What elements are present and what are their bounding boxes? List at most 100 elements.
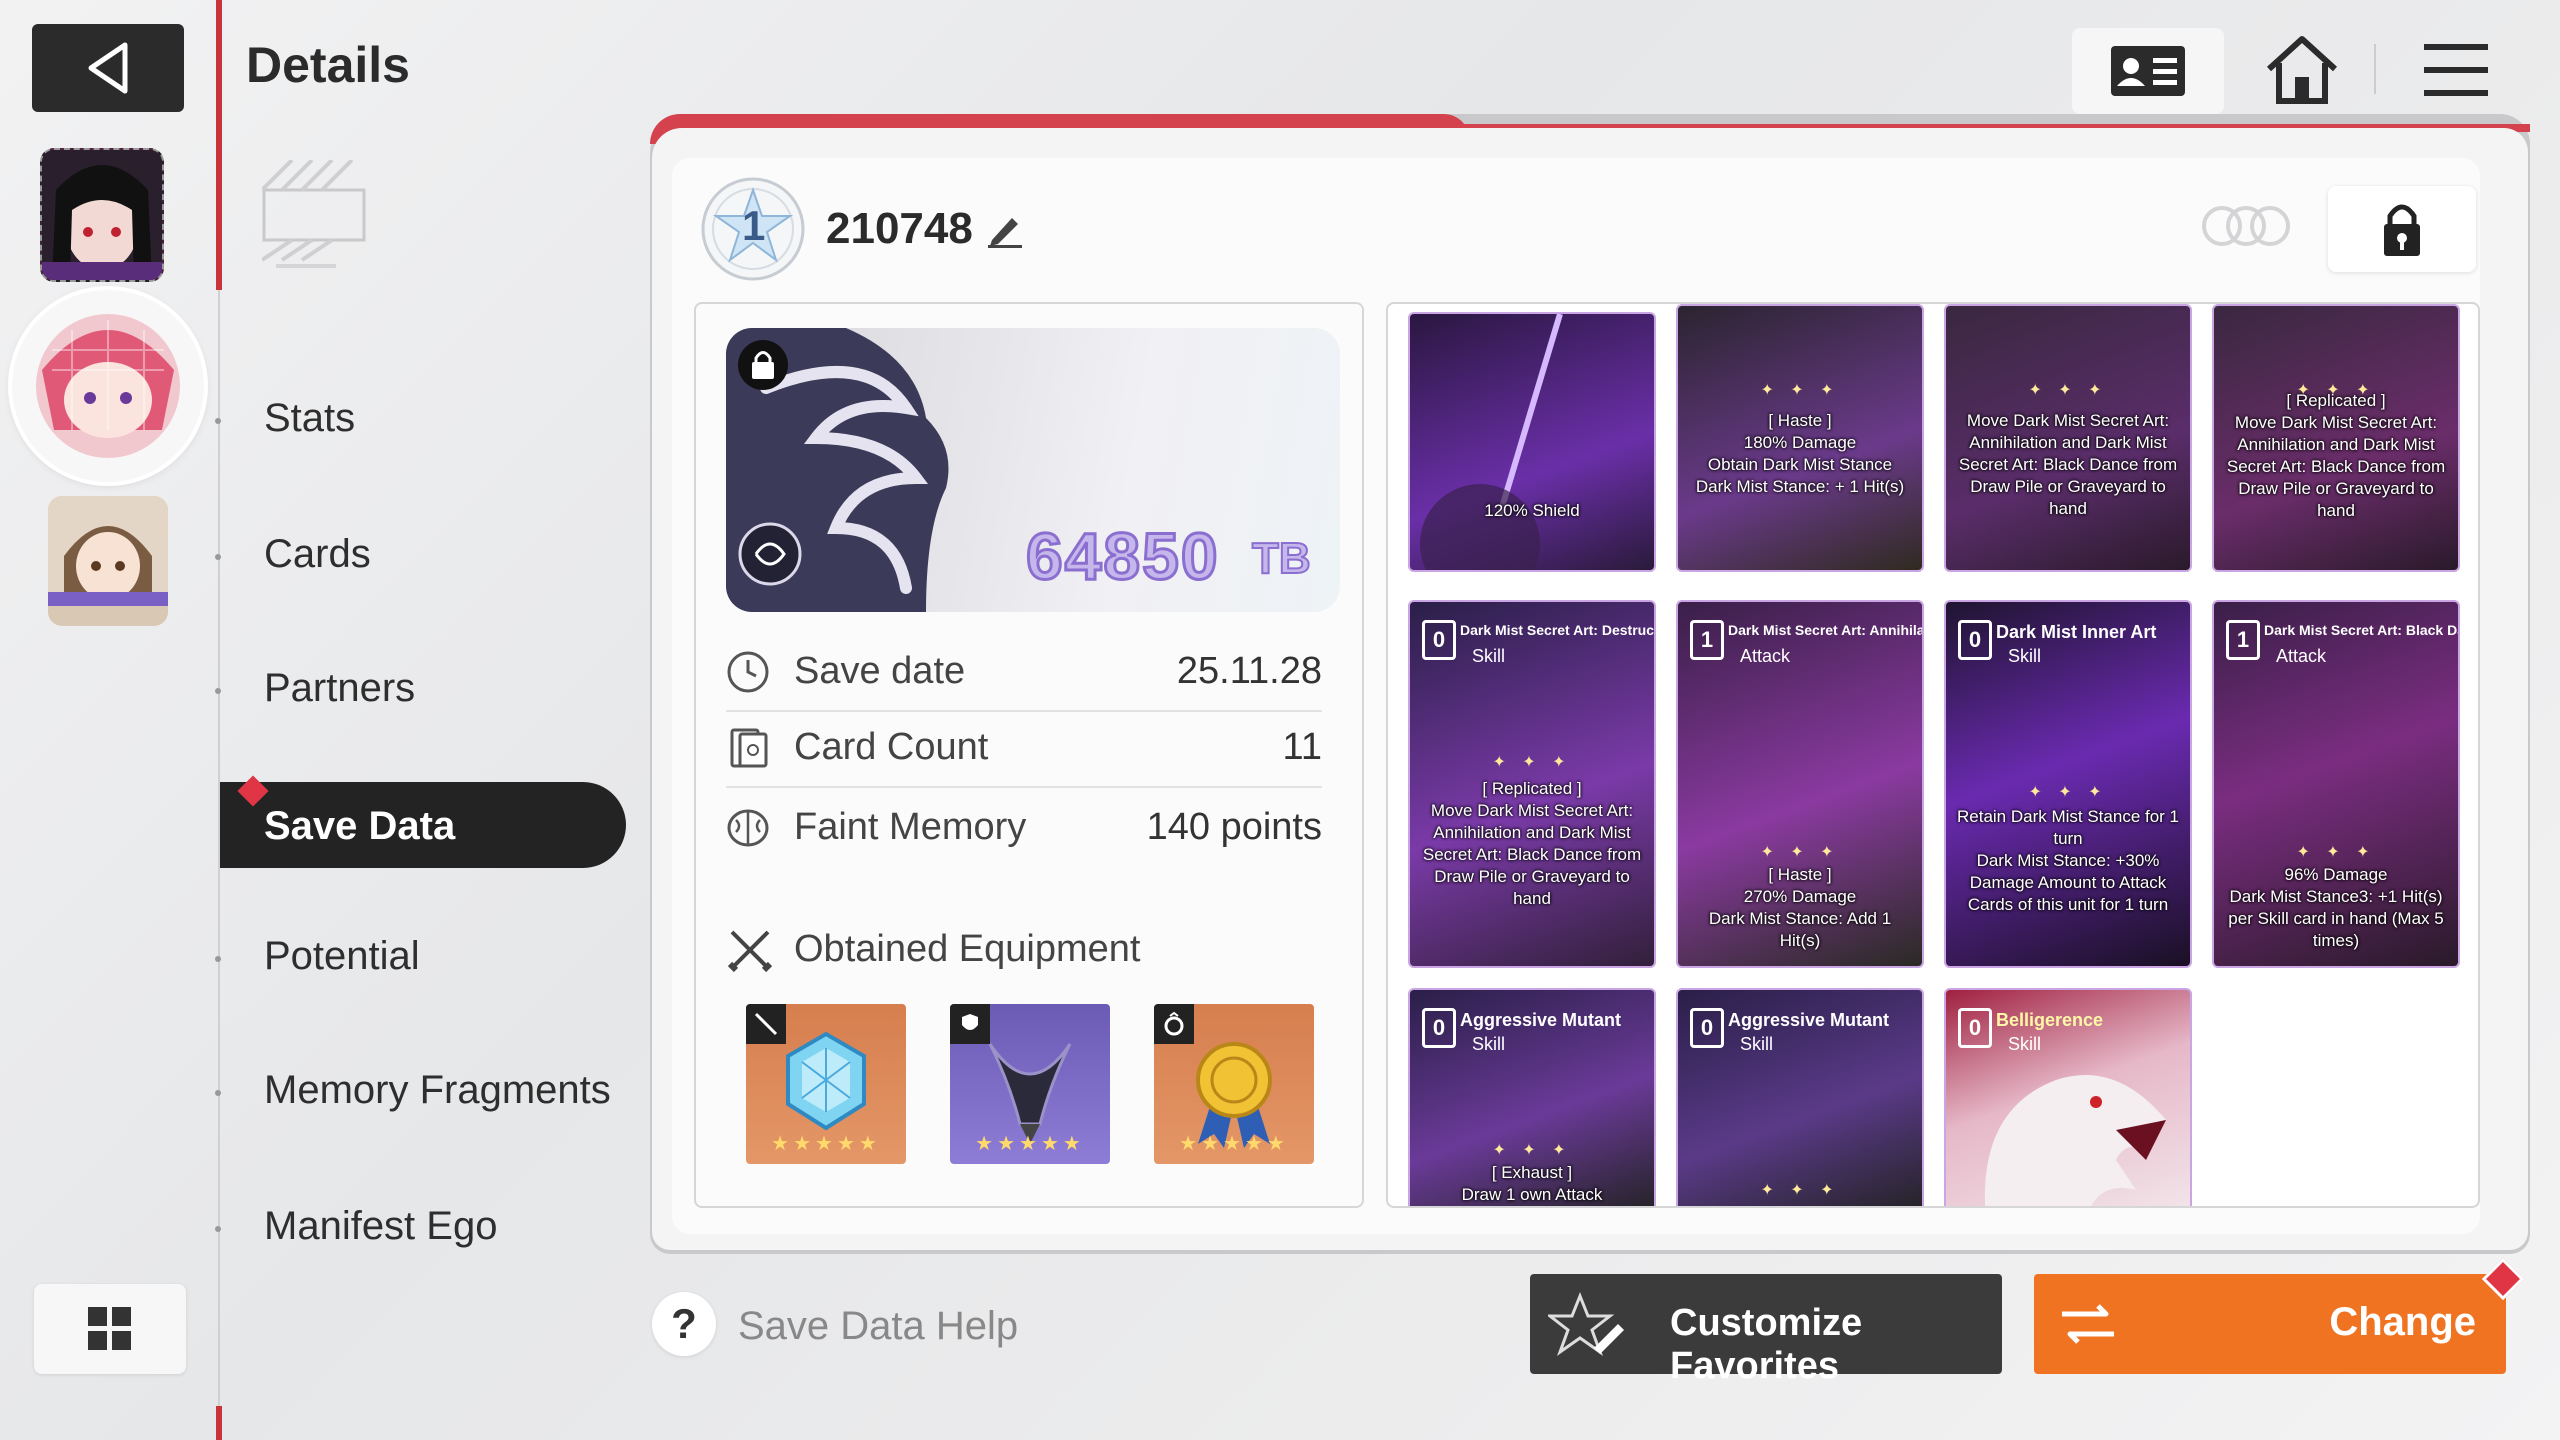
card-item[interactable]: ✦ ✦ ✦ [ Replicated ] Move Dark Mist Secr… bbox=[2212, 304, 2460, 572]
edit-icon[interactable] bbox=[986, 212, 1022, 248]
card-item[interactable]: 0 Aggressive Mutant Skill ✦ ✦ ✦ [ Exhaus… bbox=[1408, 988, 1656, 1206]
help-icon[interactable]: ? bbox=[652, 1292, 716, 1356]
card-type: Skill bbox=[2008, 646, 2042, 666]
card-name: Dark Mist Secret Art: Black Dance bbox=[2264, 622, 2458, 638]
tb-value: 64850 bbox=[1025, 518, 1220, 595]
card-sparkle: ✦ ✦ ✦ bbox=[1760, 1182, 1840, 1199]
equipment-stars: ★★★★★ bbox=[771, 1133, 881, 1155]
row-value: 11 bbox=[1282, 726, 1322, 768]
equipment-weapon[interactable]: ★★★★★ bbox=[746, 1004, 906, 1164]
lock-button[interactable] bbox=[2328, 186, 2476, 272]
save-id: 210748 bbox=[826, 204, 973, 253]
tb-unit: TB bbox=[1251, 533, 1312, 584]
button-label: Change bbox=[2329, 1300, 2476, 1344]
card-cost: 0 bbox=[1422, 1008, 1456, 1048]
armor-slot-icon bbox=[950, 1004, 990, 1044]
grid-icon bbox=[88, 1307, 131, 1350]
card-item[interactable]: 0 Aggressive Mutant Skill ✦ ✦ ✦ bbox=[1676, 988, 1924, 1206]
back-button[interactable] bbox=[32, 24, 184, 112]
button-label: Customize Favorites bbox=[1670, 1302, 1863, 1387]
swap-icon bbox=[2062, 1304, 2114, 1344]
card-cost: 0 bbox=[1958, 620, 1992, 660]
equipment-ring[interactable]: ★★★★★ bbox=[1154, 1004, 1314, 1164]
sidebar-item-partners[interactable]: Partners bbox=[264, 666, 415, 711]
crossed-swords-icon bbox=[727, 930, 773, 973]
sidebar-item-label: Save Data bbox=[264, 804, 456, 848]
sidebar-item-stats[interactable]: Stats bbox=[264, 396, 355, 441]
row-label: Card Count bbox=[794, 726, 989, 768]
card-name: Aggressive Mutant bbox=[1460, 1010, 1622, 1030]
character-portrait-3[interactable] bbox=[48, 496, 168, 626]
card-type: Attack bbox=[1740, 646, 1791, 666]
card-name: Dark Mist Secret Art: Annihilation bbox=[1728, 622, 1924, 638]
card-list: 120% Shield ✦ ✦ ✦ [ Haste ] 180% Damage … bbox=[1386, 302, 2480, 1208]
card-item[interactable]: ✦ ✦ ✦ [ Haste ] 180% Damage Obtain Dark … bbox=[1676, 304, 1924, 572]
sidebar-item-manifest-ego[interactable]: Manifest Ego bbox=[264, 1204, 497, 1249]
card-name: Belligerence bbox=[1996, 1010, 2104, 1030]
menu-dot bbox=[215, 1226, 221, 1232]
card-cost: 0 bbox=[1690, 1008, 1724, 1048]
sidebar-item-memory-fragments[interactable]: Memory Fragments bbox=[264, 1068, 611, 1113]
weapon-slot-icon bbox=[746, 1004, 786, 1044]
card-sparkle: ✦ ✦ ✦ bbox=[1760, 844, 1840, 861]
card-item[interactable]: 0 Dark Mist Inner Art Skill ✦ ✦ ✦ Retain… bbox=[1944, 600, 2192, 968]
change-button[interactable]: Change bbox=[2034, 1274, 2506, 1374]
id-card-icon bbox=[2111, 46, 2185, 96]
card-item[interactable]: 1 Dark Mist Secret Art: Black Dance Atta… bbox=[2212, 600, 2460, 968]
row-value: 25.11.28 bbox=[1176, 650, 1322, 692]
card-description: [ Haste ] 270% Damage Dark Mist Stance: … bbox=[1708, 865, 1892, 950]
card-item[interactable]: 1 Dark Mist Secret Art: Annihilation Att… bbox=[1676, 600, 1924, 968]
save-data-help-link[interactable]: Save Data Help bbox=[738, 1304, 1018, 1349]
row-value: 140 points bbox=[1146, 806, 1322, 848]
divider bbox=[216, 0, 222, 290]
hamburger-menu-icon[interactable] bbox=[2420, 34, 2492, 106]
character-avatar bbox=[36, 314, 180, 458]
character-avatar bbox=[48, 496, 168, 606]
menu-dot bbox=[215, 1090, 221, 1096]
card-item[interactable]: ✦ ✦ ✦ Move Dark Mist Secret Art: Annihil… bbox=[1944, 304, 2192, 572]
game-logo bbox=[262, 160, 366, 268]
card-description: 120% Shield bbox=[1484, 501, 1580, 520]
menu-dot bbox=[215, 554, 221, 560]
character-portrait-2[interactable] bbox=[12, 290, 204, 482]
card-cost: 1 bbox=[1690, 620, 1724, 660]
sidebar-item-save-data[interactable]: Save Data bbox=[220, 782, 626, 868]
card-name: Aggressive Mutant bbox=[1728, 1010, 1890, 1030]
card-item[interactable]: 0 Dark Mist Secret Art: Destruction Skil… bbox=[1408, 600, 1656, 968]
menu-dot bbox=[215, 956, 221, 962]
menu-dot bbox=[215, 418, 221, 424]
card-type: Attack bbox=[2276, 646, 2327, 666]
character-portrait-1[interactable] bbox=[40, 148, 164, 282]
card-type: Skill bbox=[1472, 1034, 1506, 1054]
brain-icon bbox=[727, 809, 769, 847]
sidebar-item-potential[interactable]: Potential bbox=[264, 934, 420, 979]
lock-icon bbox=[2384, 204, 2420, 256]
card-item[interactable]: 120% Shield bbox=[1408, 312, 1656, 572]
rank-number: 1 bbox=[742, 202, 766, 249]
menu-dot bbox=[215, 688, 221, 694]
divider bbox=[2374, 44, 2376, 94]
card-sparkle: ✦ ✦ ✦ bbox=[2028, 382, 2108, 399]
profile-card-button[interactable] bbox=[2072, 28, 2224, 114]
card-description: [ Haste ] 180% Damage Obtain Dark Mist S… bbox=[1695, 411, 1905, 496]
divider bbox=[216, 1406, 222, 1440]
grid-menu-button[interactable] bbox=[34, 1284, 186, 1374]
card-description: Move Dark Mist Secret Art: Annihilation … bbox=[1958, 411, 2178, 518]
ring-slot-icon bbox=[1154, 1004, 1194, 1044]
card-sparkle: ✦ ✦ ✦ bbox=[1492, 1142, 1572, 1159]
customize-favorites-button[interactable]: Customize Favorites bbox=[1530, 1274, 2002, 1387]
card-type: Skill bbox=[1740, 1034, 1774, 1054]
equipment-armor[interactable]: ★★★★★ bbox=[950, 1004, 1110, 1164]
card-item[interactable]: 0 Belligerence Skill bbox=[1944, 988, 2192, 1206]
sidebar-item-cards[interactable]: Cards bbox=[264, 532, 371, 577]
star-edit-icon bbox=[1548, 1292, 1624, 1356]
card-name: Dark Mist Inner Art bbox=[1996, 622, 2157, 642]
card-description: Retain Dark Mist Stance for 1 turn Dark … bbox=[1956, 807, 2180, 914]
back-arrow-icon bbox=[88, 42, 128, 94]
card-type: Skill bbox=[2008, 1034, 2042, 1054]
card-cost: 1 bbox=[2226, 620, 2260, 660]
card-type: Skill bbox=[1472, 646, 1506, 666]
home-button[interactable] bbox=[2262, 30, 2342, 110]
card-description: [ Exhaust ] Draw 1 own Attack bbox=[1461, 1163, 1603, 1204]
clock-icon bbox=[727, 651, 769, 693]
